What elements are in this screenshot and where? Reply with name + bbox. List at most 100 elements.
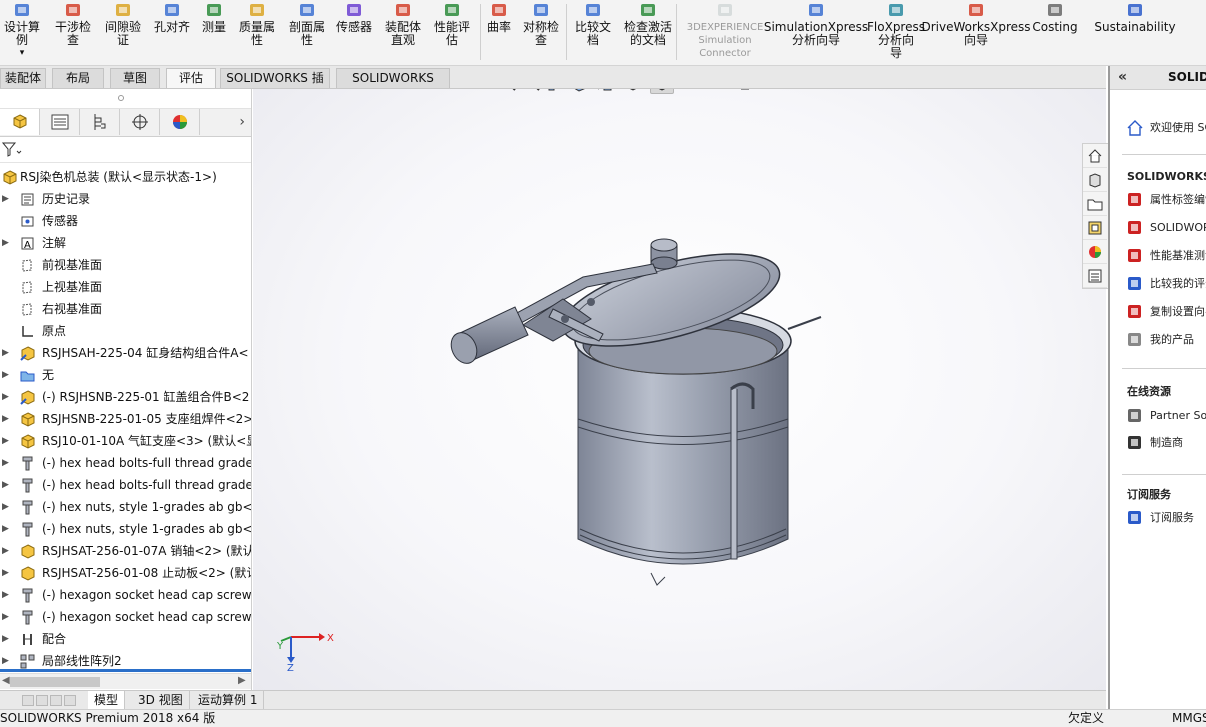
tp-tab-design-library[interactable] (1083, 168, 1107, 192)
expand-icon[interactable]: ▶ (2, 430, 10, 452)
panel-grip[interactable] (0, 89, 251, 109)
expand-icon[interactable]: ▶ (2, 188, 10, 210)
tree-item[interactable]: ▶ (-) hex nuts, style 1-grades ab gb<6 (0, 496, 251, 518)
status-units[interactable]: MMGS (1172, 710, 1206, 727)
tp-tab-custom-properties[interactable] (1083, 264, 1107, 288)
collapse-pane-icon[interactable]: « (1118, 69, 1127, 85)
previous-view-button[interactable] (544, 89, 568, 94)
tree-item[interactable]: ▶ RSJHSAT-256-01-08 止动板<2> (默认 (0, 562, 251, 584)
tree-item[interactable]: 右视基准面 (0, 298, 251, 320)
propertymanager-tab[interactable] (40, 109, 80, 135)
tab-2[interactable]: 草图 (110, 68, 160, 88)
view-settings-button[interactable] (733, 89, 757, 94)
expand-icon[interactable]: ▶ (2, 386, 10, 408)
tree-item[interactable]: ▶ 无 (0, 364, 251, 386)
ribbon-button-check-active-document[interactable]: 检查激活 的文档 (618, 0, 678, 64)
ribbon-button-simulationxpress[interactable]: SimulationXpress 分析向导 (764, 0, 868, 64)
ribbon-button-design-study[interactable]: 设计算例 ▾ (0, 0, 44, 64)
tree-filter[interactable] (0, 137, 251, 163)
tree-item[interactable]: ▶ RSJ10-01-10A 气缸支座<3> (默认<显 (0, 430, 251, 452)
tp-tab-file-explorer[interactable] (1083, 192, 1107, 216)
tree-item[interactable]: 上视基准面 (0, 276, 251, 298)
tree-item[interactable]: ▶ 配合 (0, 628, 251, 650)
bottom-tab-0[interactable]: 模型 (88, 691, 126, 709)
vessel-model-render[interactable] (253, 89, 1106, 690)
expand-icon[interactable]: ▶ (2, 540, 10, 562)
dynamic-annotation-button[interactable] (592, 89, 616, 94)
tree-item[interactable]: ▶ RSJHSAT-256-01-07A 销轴<2> (默认 (0, 540, 251, 562)
tree-item[interactable]: ▶ RSJHSNB-225-01-05 支座组焊件<2> (0, 408, 251, 430)
ribbon-button-sensor[interactable]: 传感器 (332, 0, 376, 64)
tab-1[interactable]: 布局 (52, 68, 104, 88)
expand-icon[interactable]: ▶ (2, 342, 10, 364)
tab-3[interactable]: 评估 (166, 68, 216, 88)
scrollbar-thumb[interactable] (10, 677, 100, 687)
ribbon-button-assembly-visualization[interactable]: 装配体 直观 (380, 0, 426, 64)
featuremanager-tab[interactable] (0, 109, 40, 135)
tree-item[interactable]: ▶ (-) hex head bolts-full thread grade (0, 452, 251, 474)
display-style-button[interactable] (650, 89, 675, 94)
ribbon-button-clearance-verify[interactable]: 间隙验证 (98, 0, 148, 64)
ribbon-button-floxpress[interactable]: FloXpress 分析向导 (867, 0, 925, 64)
expand-icon[interactable]: ▶ (2, 474, 10, 496)
tab-0[interactable]: 装配体 (0, 68, 46, 88)
configurationmanager-tab[interactable] (80, 109, 120, 135)
expand-icon[interactable]: ▶ (2, 562, 10, 584)
ribbon-button-symmetry-check[interactable]: 对称检查 (516, 0, 566, 64)
tree-item[interactable]: ▶ (-) hex head bolts-full thread grade (0, 474, 251, 496)
ribbon-button-costing[interactable]: Costing (1030, 0, 1080, 64)
tree-item[interactable]: ▶ (-) hexagon socket head cap screws (0, 584, 251, 606)
bottom-tab-1[interactable]: 3D 视图 (132, 691, 190, 709)
tp-tab-view-palette[interactable] (1083, 216, 1107, 240)
first-tab-icon[interactable] (22, 695, 34, 706)
tab-4[interactable]: SOLIDWORKS 插件 (220, 68, 330, 104)
expand-icon[interactable]: ▶ (2, 364, 10, 386)
ribbon-button-interference-check[interactable]: 干涉检查 (48, 0, 98, 64)
chevron-right-icon[interactable]: › (239, 114, 245, 130)
ribbon-button-measure[interactable]: 测量 (198, 0, 230, 64)
expand-icon[interactable]: ▶ (2, 232, 10, 254)
bottom-tab-2[interactable]: 运动算例 1 (192, 691, 265, 709)
zoom-to-fit-button[interactable] (496, 89, 520, 94)
ribbon-button-driveworksxpress[interactable]: DriveWorksXpress 向导 (921, 0, 1031, 64)
ribbon-button-hole-align[interactable]: 孔对齐 (148, 0, 196, 64)
expand-icon[interactable]: ▶ (2, 606, 10, 628)
tab-5[interactable]: SOLIDWORKS MBD (336, 68, 450, 104)
ribbon-button-section-properties[interactable]: 剖面属性 (282, 0, 332, 64)
tree-item[interactable]: ▶ A 注解 (0, 232, 251, 254)
expand-icon[interactable]: ▶ (2, 452, 10, 474)
zoom-to-area-button[interactable] (520, 89, 544, 94)
tree-item[interactable]: 传感器 (0, 210, 251, 232)
dimxpert-tab[interactable] (120, 109, 160, 135)
graphics-viewport[interactable]: ▼ ▼ ▼ ▼ ▼ ◫ ◫ ❐ ✕ (253, 89, 1106, 690)
tree-horizontal-scrollbar[interactable]: ◀ ▶ (0, 673, 251, 689)
prev-tab-icon[interactable] (36, 695, 48, 706)
expand-icon[interactable]: ▶ (2, 496, 10, 518)
hide-show-items-button[interactable] (679, 89, 703, 94)
tp-tab-appearances[interactable] (1083, 240, 1107, 264)
tree-item[interactable]: ▶ RSJHSAH-225-04 缸身结构组合件A< (0, 342, 251, 364)
next-tab-icon[interactable] (50, 695, 62, 706)
tree-item[interactable]: 原点 (0, 320, 251, 342)
tree-item[interactable]: ▶ (-) hexagon socket head cap screws (0, 606, 251, 628)
tp-tab-home[interactable] (1083, 144, 1107, 168)
chevron-down-icon[interactable]: ▾ (20, 47, 25, 60)
last-tab-icon[interactable] (64, 695, 76, 706)
ribbon-button-performance-evaluation[interactable]: 性能评估 (428, 0, 476, 64)
section-view-button[interactable] (568, 89, 592, 94)
ribbon-button-3dexperience[interactable]: 3DEXPERIENCE Simulation Connector (680, 0, 770, 64)
view-orientation-button[interactable] (621, 89, 645, 94)
tree-root[interactable]: RSJ染色机总装 (默认<显示状态-1>) (0, 166, 251, 188)
expand-icon[interactable]: ▶ (2, 628, 10, 650)
expand-icon[interactable]: ▶ (2, 584, 10, 606)
tree-item[interactable]: 前视基准面 (0, 254, 251, 276)
displaymanager-tab[interactable] (160, 109, 200, 135)
tree-item[interactable]: ▶ (-) hex nuts, style 1-grades ab gb<1 (0, 518, 251, 540)
edit-appearance-button[interactable] (703, 89, 727, 94)
expand-icon[interactable]: ▶ (2, 408, 10, 430)
tree-item[interactable]: ▶ (-) RSJHSNB-225-01 缸盖组合件B<2 (0, 386, 251, 408)
ribbon-button-curvature[interactable]: 曲率 (484, 0, 514, 64)
ribbon-button-sustainability[interactable]: Sustainability (1094, 0, 1176, 64)
tree-item[interactable]: ▶ 历史记录 (0, 188, 251, 210)
ribbon-button-mass-properties[interactable]: 质量属性 (232, 0, 282, 64)
